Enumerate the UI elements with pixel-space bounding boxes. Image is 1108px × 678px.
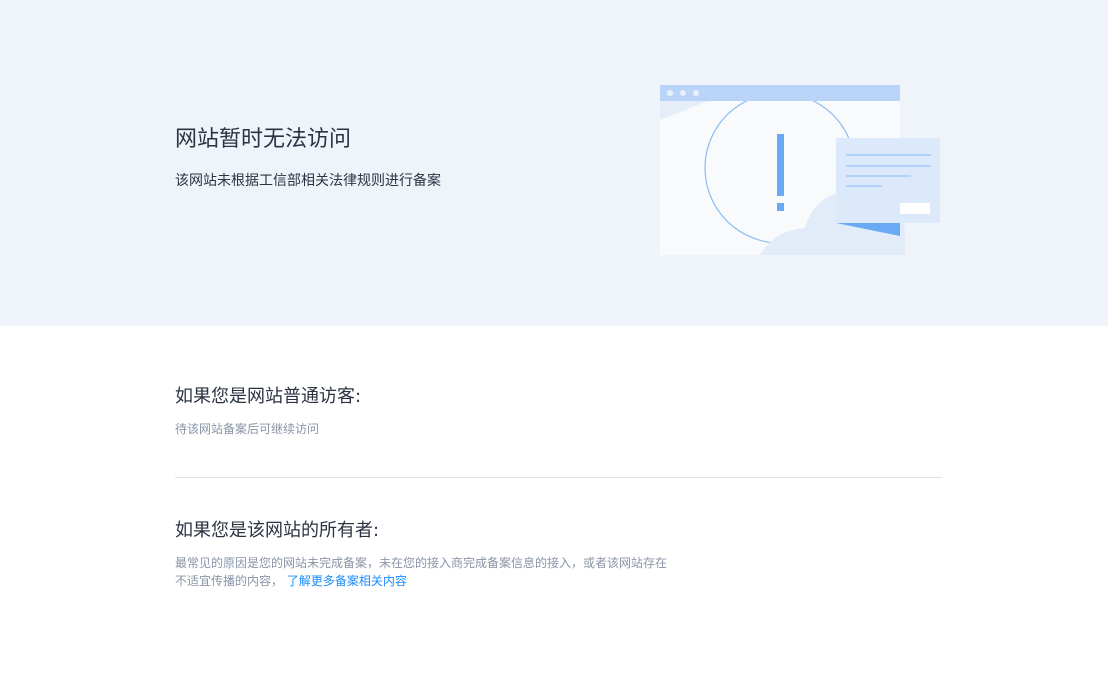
owner-section: 如果您是该网站的所有者: 最常见的原因是您的网站未完成备案，未在您的接入商完成备… bbox=[175, 518, 945, 590]
learn-more-link[interactable]: 了解更多备案相关内容 bbox=[287, 574, 407, 588]
visitor-title: 如果您是网站普通访客: bbox=[175, 386, 362, 407]
owner-title: 如果您是该网站的所有者: bbox=[175, 520, 380, 541]
page-subtitle: 该网站未根据工信部相关法律规则进行备案 bbox=[175, 173, 441, 189]
page-title: 网站暂时无法访问 bbox=[175, 127, 352, 152]
visitor-text: 待该网站备案后可继续访问 bbox=[175, 422, 320, 436]
visitor-section: 如果您是网站普通访客: 待该网站备案后可继续访问 bbox=[175, 384, 945, 438]
warning-window-illustration bbox=[660, 85, 940, 255]
section-divider bbox=[175, 477, 942, 478]
document-button-shape bbox=[900, 203, 930, 214]
owner-text-line-1: 最常见的原因是您的网站未完成备案，未在您的接入商完成备案信息的接入，或者该网站存… bbox=[175, 556, 668, 570]
owner-text-line-2: 不适宜传播的内容， 了解更多备案相关内容 bbox=[175, 572, 945, 590]
exclamation-dot bbox=[777, 203, 784, 211]
window-dot-icon bbox=[680, 90, 686, 96]
hero-banner: 网站暂时无法访问 该网站未根据工信部相关法律规则进行备案 bbox=[0, 0, 1108, 326]
owner-text: 最常见的原因是您的网站未完成备案，未在您的接入商完成备案信息的接入，或者该网站存… bbox=[175, 554, 945, 590]
exclamation-bar bbox=[777, 134, 784, 196]
window-dot-icon bbox=[667, 90, 673, 96]
owner-text-line-2-label: 不适宜传播的内容， bbox=[175, 574, 284, 588]
window-dot-icon bbox=[693, 90, 699, 96]
